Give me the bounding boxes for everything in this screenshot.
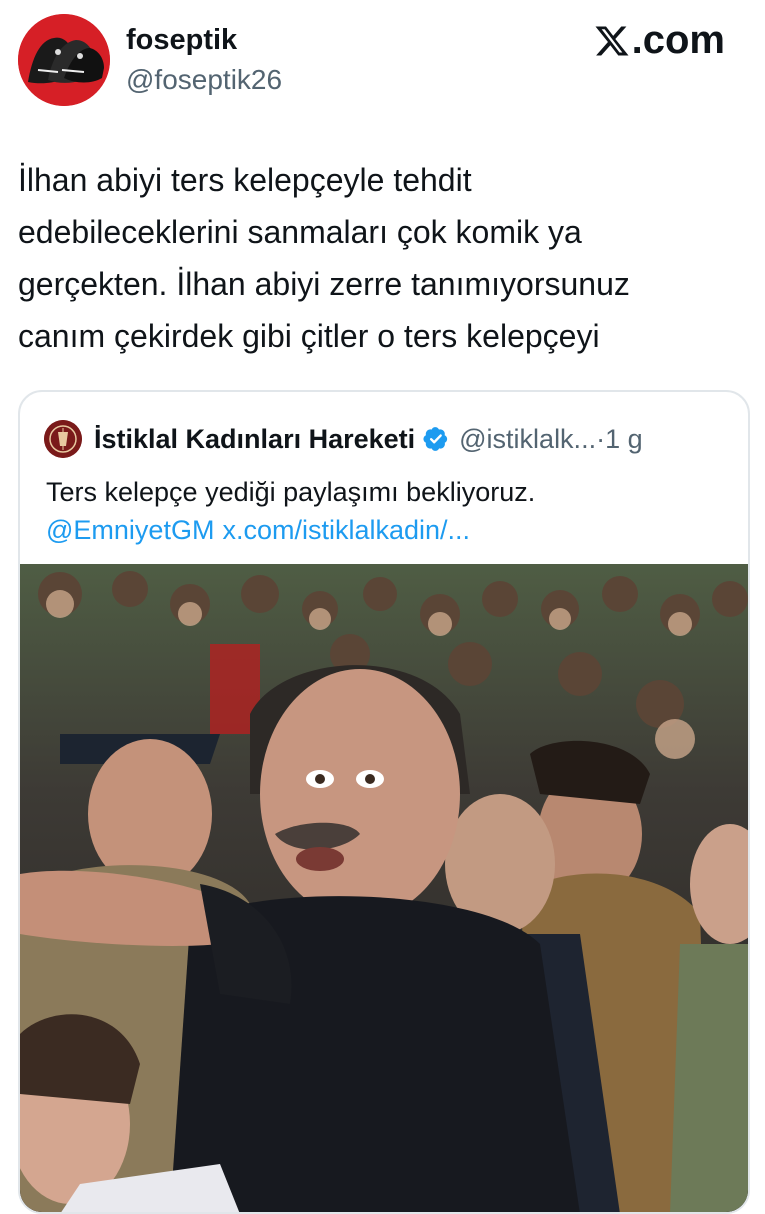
- quoted-display-name[interactable]: İstiklal Kadınları Hareketi: [94, 424, 415, 455]
- tweet-line: canım çekirdek gibi çitler o ters kelepç…: [18, 318, 600, 354]
- x-logo-icon: [595, 25, 629, 56]
- user-handle[interactable]: @foseptik26: [126, 64, 282, 96]
- display-name[interactable]: foseptik: [126, 24, 237, 57]
- avatar[interactable]: [18, 14, 110, 106]
- mention-link[interactable]: @EmniyetGM: [46, 515, 214, 545]
- x-domain-text: .com: [631, 18, 725, 62]
- quoted-handle[interactable]: @istiklalk...: [459, 424, 596, 455]
- quoted-time: ·1 g: [596, 423, 643, 454]
- avatar-illustration-icon: [18, 14, 110, 106]
- quoted-tweet-card[interactable]: İstiklal Kadınları Hareketi @istiklalk..…: [18, 390, 750, 1214]
- tweet-text: İlhan abiyi ters kelepçeyle tehdit edebi…: [18, 154, 738, 362]
- quoted-tweet-header: İstiklal Kadınları Hareketi @istiklalk..…: [44, 420, 643, 458]
- quoted-tweet-text: Ters kelepçe yediği paylaşımı bekliyoruz…: [46, 477, 536, 507]
- tweet-line: gerçekten. İlhan abiyi zerre tanımıyorsu…: [18, 266, 630, 302]
- url-link[interactable]: x.com/istiklalkadin/...: [222, 515, 470, 545]
- photo-media[interactable]: [20, 564, 748, 1212]
- quoted-tweet-links: @EmniyetGM x.com/istiklalkadin/...: [46, 512, 478, 548]
- x-brand: .com: [594, 18, 725, 63]
- quoted-avatar[interactable]: [44, 420, 82, 458]
- verified-badge-icon: [423, 426, 449, 452]
- tweet-line: İlhan abiyi ters kelepçeyle tehdit: [18, 162, 472, 198]
- crowd-photo-image: [20, 564, 748, 1212]
- tweet-line: edebileceklerini sanmaları çok komik ya: [18, 214, 582, 250]
- quoted-avatar-icon: [44, 420, 82, 458]
